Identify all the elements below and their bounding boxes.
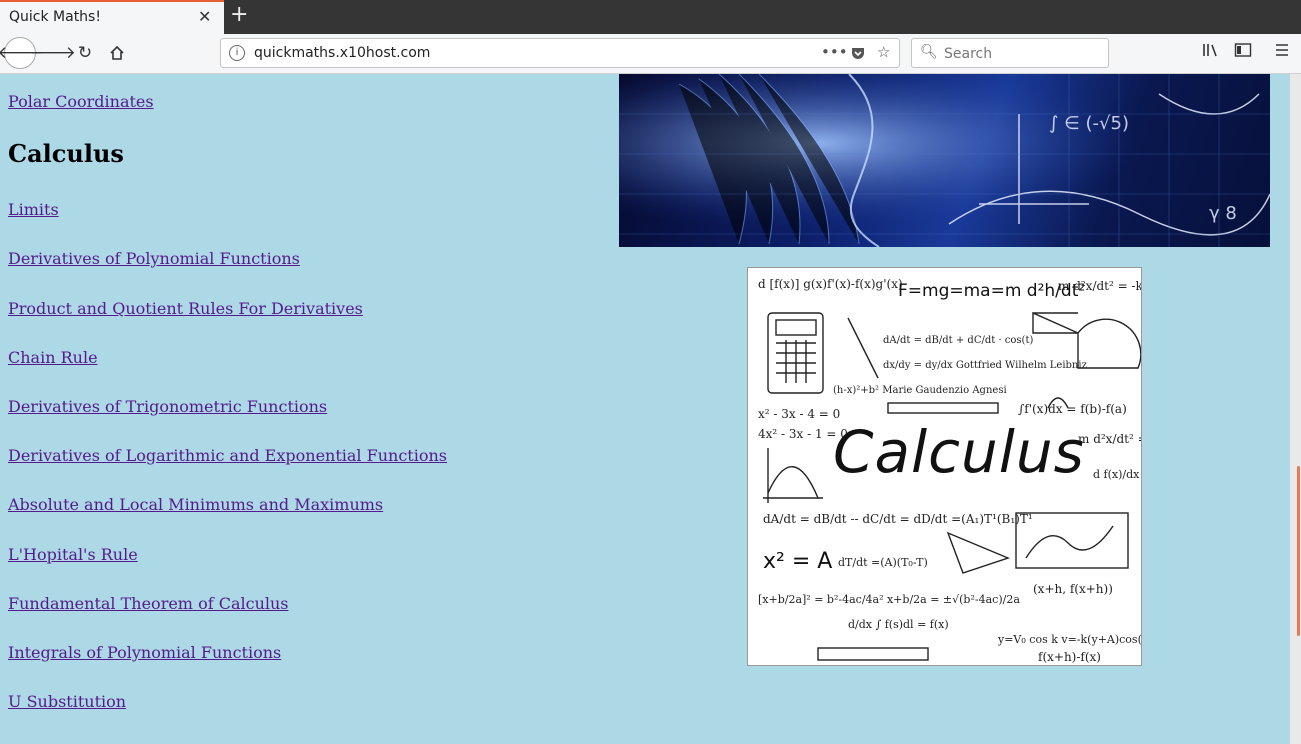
svg-text:(h-x)²+b² Marie Gaudenzio Ag: (h-x)²+b² Marie Gaudenzio Agnesi	[833, 385, 1007, 396]
math-banner-image: ∫ ∈ (-√5) γ 8	[619, 74, 1270, 247]
svg-text:m d²x/dt² = -kx: m d²x/dt² = -kx	[1078, 432, 1142, 446]
scrollbar-thumb[interactable]	[1297, 466, 1300, 636]
search-input[interactable]	[942, 43, 1106, 65]
new-tab-button[interactable]: +	[230, 2, 248, 27]
sidebar-icon[interactable]	[1234, 42, 1252, 58]
page-actions-icon[interactable]: •••	[821, 43, 848, 61]
link-derivatives-polynomial[interactable]: Derivatives of Polynomial Functions	[8, 249, 300, 268]
close-tab-icon[interactable]: ✕	[198, 7, 211, 26]
svg-text:f(x+h)-f(x): f(x+h)-f(x)	[1038, 650, 1101, 664]
bookmark-star-icon[interactable]: ☆	[877, 43, 890, 61]
svg-text:γ 8: γ 8	[1209, 203, 1237, 224]
svg-text:dA/dt = dB/dt + dC/dt · cos(t): dA/dt = dB/dt + dC/dt · cos(t)	[883, 335, 1033, 346]
link-derivatives-log-exp[interactable]: Derivatives of Logarithmic and Exponenti…	[8, 446, 447, 465]
svg-text:∫ ∈ (-√5): ∫ ∈ (-√5)	[1049, 113, 1129, 134]
link-min-max[interactable]: Absolute and Local Minimums and Maximums	[8, 495, 383, 514]
page-scrollbar[interactable]	[1290, 74, 1301, 744]
svg-text:d f(x)/dx: d f(x)/dx	[1093, 468, 1140, 481]
calculus-word: Calculus	[833, 418, 1085, 486]
info-icon[interactable]: i	[229, 45, 245, 61]
svg-text:y=V₀ cos k v=-k(y+A)cos(ωt): y=V₀ cos k v=-k(y+A)cos(ωt)	[997, 633, 1142, 646]
hamburger-menu-icon[interactable]	[1274, 42, 1290, 58]
link-fundamental-theorem[interactable]: Fundamental Theorem of Calculus	[8, 594, 289, 613]
svg-text:(x+h, f(x+h)): (x+h, f(x+h))	[1033, 582, 1113, 596]
link-integrals-polynomial[interactable]: Integrals of Polynomial Functions	[8, 643, 281, 662]
section-heading: Calculus	[8, 139, 124, 168]
active-tab[interactable]: Quick Maths! ✕	[0, 0, 224, 34]
link-chain-rule[interactable]: Chain Rule	[8, 348, 98, 367]
svg-text:x² = A: x² = A	[763, 549, 832, 574]
svg-text:dT/dt =(A)(T₀-T): dT/dt =(A)(T₀-T)	[838, 556, 928, 569]
link-limits[interactable]: Limits	[8, 200, 59, 219]
url-text[interactable]: quickmaths.x10host.com	[254, 45, 430, 61]
svg-text:∫f'(x)dx = f(b)-f(a): ∫f'(x)dx = f(b)-f(a)	[1018, 402, 1127, 416]
tab-title: Quick Maths!	[9, 9, 101, 25]
link-derivatives-trigonometric[interactable]: Derivatives of Trigonometric Functions	[8, 397, 327, 416]
forward-button[interactable]: 🡒	[30, 38, 76, 68]
page-content: Polar Coordinates Calculus Limits Deriva…	[0, 74, 1290, 744]
library-icon[interactable]	[1202, 42, 1220, 58]
address-bar[interactable]: i quickmaths.x10host.com ••• ☆	[220, 38, 900, 68]
navigation-toolbar: 🡐 🡒 ↻ i quickmaths.x10host.com ••• ☆ 🔍︎	[0, 34, 1301, 74]
svg-text:[x+b/2a]² = b²-4ac/4a² x+b/2: [x+b/2a]² = b²-4ac/4a² x+b/2a = ±√(b²-4a…	[758, 593, 1020, 606]
svg-text:dA/dt = dB/dt -- dC/dt = dD/dt: dA/dt = dB/dt -- dC/dt = dD/dt =(A₁)T¹(B…	[763, 512, 1033, 526]
reload-icon: ↻	[77, 43, 93, 63]
calculus-doodle-image: d [f(x)] g(x)f'(x)-f(x)g'(x) F=mg=ma=m d…	[747, 267, 1142, 666]
pocket-icon[interactable]	[850, 45, 866, 61]
svg-text:m d²x/dt² = -kx: m d²x/dt² = -kx	[1058, 279, 1142, 293]
reload-button[interactable]: ↻	[70, 38, 100, 68]
search-icon: 🔍︎	[920, 44, 938, 60]
link-u-substitution[interactable]: U Substitution	[8, 692, 126, 711]
search-box[interactable]: 🔍︎	[911, 38, 1109, 68]
home-button[interactable]	[102, 38, 132, 68]
svg-text:x² - 3x - 4 = 0: x² - 3x - 4 = 0	[758, 407, 840, 421]
banner-graphic: ∫ ∈ (-√5) γ 8	[619, 74, 1270, 247]
svg-text:d [f(x)] g(x)f'(x)-f(x)g'(x): d [f(x)] g(x)f'(x)-f(x)g'(x)	[758, 277, 903, 291]
svg-text:dx/dy = dy/dx Gottfried Wilh: dx/dy = dy/dx Gottfried Wilhelm Leibniz	[883, 360, 1087, 371]
link-product-quotient-rules[interactable]: Product and Quotient Rules For Derivativ…	[8, 299, 363, 318]
svg-text:d/dx ∫ f(s)dl = f(x): d/dx ∫ f(s)dl = f(x)	[848, 618, 949, 631]
arrow-right-icon: 🡒	[30, 43, 76, 63]
link-lhopital[interactable]: L'Hopital's Rule	[8, 545, 138, 564]
link-polar-coordinates[interactable]: Polar Coordinates	[8, 92, 154, 111]
tab-bar: Quick Maths! ✕ +	[0, 0, 1301, 34]
home-icon	[110, 45, 124, 60]
